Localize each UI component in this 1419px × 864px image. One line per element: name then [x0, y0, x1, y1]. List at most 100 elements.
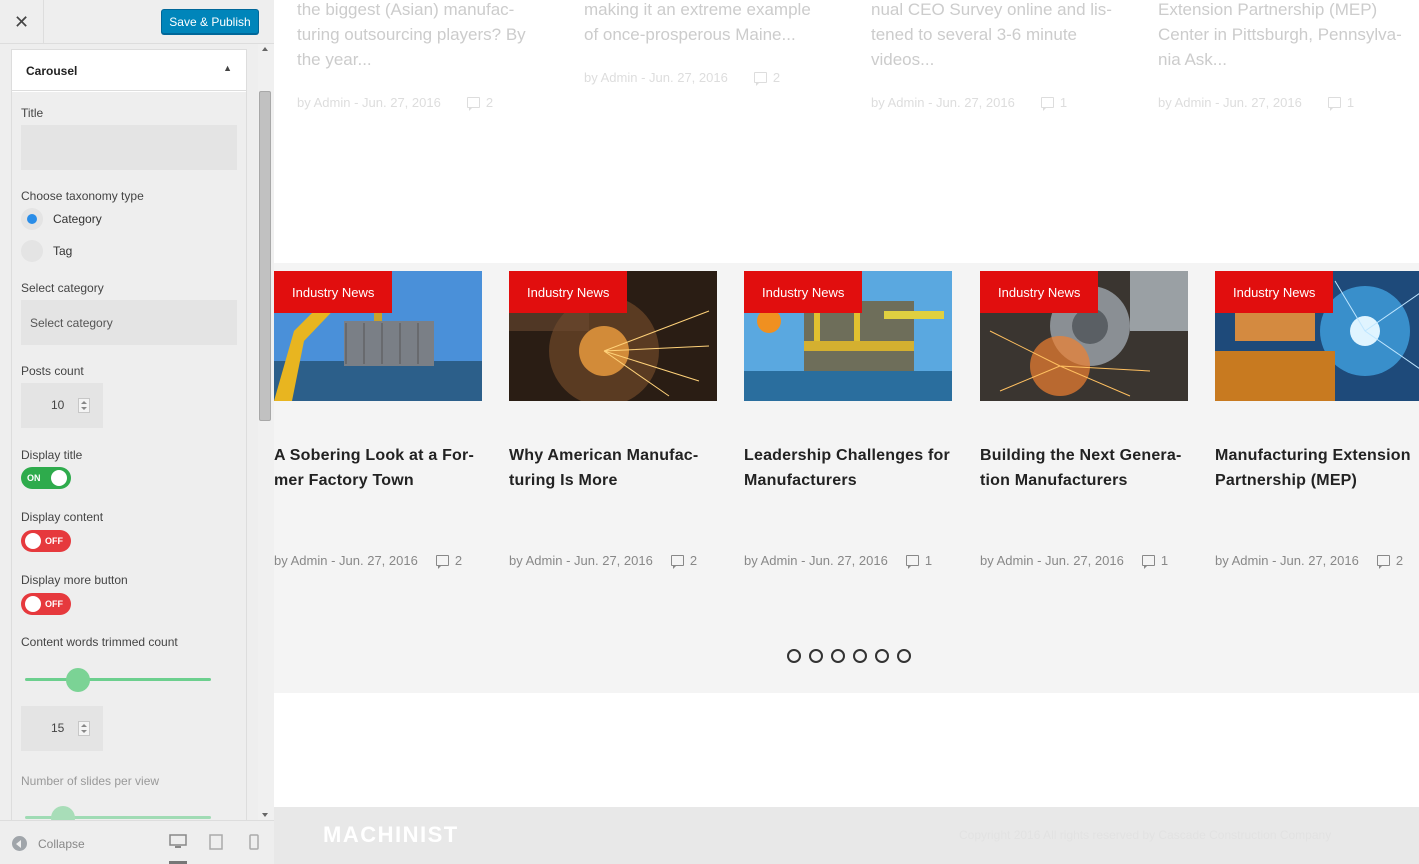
carousel-dot[interactable]: [809, 649, 823, 663]
posts-count-stepper[interactable]: 10: [21, 383, 103, 428]
caret-up-icon[interactable]: ▲: [223, 63, 232, 73]
scrollbar-thumb[interactable]: [259, 91, 271, 421]
display-title-toggle[interactable]: ON: [21, 467, 71, 489]
post-title[interactable]: Building the Next Genera- tion Manufactu…: [980, 443, 1190, 493]
post-title[interactable]: A Sobering Look at a For- mer Factory To…: [274, 443, 484, 493]
title-line: A Sobering Look at a For-: [274, 447, 474, 464]
excerpt-line: Center in Pittsburgh, Pennsylva-: [1158, 25, 1402, 44]
comment-icon: [670, 555, 684, 569]
comment-count: 1: [924, 553, 933, 568]
comment-icon: [753, 72, 767, 86]
carousel-card[interactable]: Industry News Leadership Challenges for …: [744, 271, 952, 569]
trim-count-label: Content words trimmed count: [21, 635, 178, 649]
post-meta: by Admin - Jun. 27, 2016 1: [871, 95, 1067, 111]
post-meta: by Admin - Jun. 27, 2016 1: [744, 553, 933, 569]
post-title[interactable]: Why American Manufac- turing Is More: [509, 443, 719, 493]
display-more-label: Display more button: [21, 573, 128, 587]
save-publish-button[interactable]: Save & Publish: [161, 9, 259, 34]
section-title: Carousel: [26, 64, 78, 78]
category-badge[interactable]: Industry News: [980, 271, 1099, 313]
slider-handle[interactable]: [51, 806, 75, 820]
category-badge[interactable]: Industry News: [744, 271, 863, 313]
display-content-toggle[interactable]: OFF: [21, 530, 71, 552]
post-byline: by Admin - Jun. 27, 2016: [297, 95, 441, 110]
carousel-dot[interactable]: [853, 649, 867, 663]
post-title[interactable]: Leadership Challenges for Manufacturers: [744, 443, 954, 493]
scroll-up-icon[interactable]: [262, 47, 268, 51]
title-line: Why American Manufac-: [509, 447, 699, 464]
close-icon[interactable]: ✕: [0, 0, 44, 44]
tablet-icon[interactable]: [208, 834, 226, 852]
radio-tag[interactable]: Tag: [21, 240, 72, 262]
post-thumbnail[interactable]: Industry News: [744, 271, 952, 401]
mobile-icon[interactable]: [248, 834, 266, 852]
post-meta: by Admin - Jun. 27, 2016 2: [584, 70, 780, 86]
comment-icon: [1141, 555, 1155, 569]
radio-category[interactable]: Category: [21, 208, 102, 230]
post-thumbnail[interactable]: Industry News: [274, 271, 482, 401]
comment-count: 2: [454, 553, 463, 568]
excerpt-line: the year...: [297, 50, 372, 69]
slider-handle[interactable]: [66, 668, 90, 692]
title-input[interactable]: [21, 125, 237, 170]
site-logo[interactable]: MACHINIST: [323, 822, 459, 848]
trim-count-slider[interactable]: [25, 668, 211, 692]
toggle-state: OFF: [45, 599, 63, 609]
radio-button[interactable]: [21, 240, 43, 262]
trim-count-stepper[interactable]: 15: [21, 706, 103, 751]
spin-arrows-icon[interactable]: [78, 398, 90, 413]
category-badge[interactable]: Industry News: [274, 271, 393, 313]
toggle-knob: [25, 596, 41, 612]
post-thumbnail[interactable]: Industry News: [1215, 271, 1419, 401]
display-more-toggle[interactable]: OFF: [21, 593, 71, 615]
post-meta: by Admin - Jun. 27, 2016 1: [980, 553, 1168, 569]
radio-button[interactable]: [21, 208, 43, 230]
post-meta: by Admin - Jun. 27, 2016 2: [1215, 553, 1404, 569]
spin-arrows-icon[interactable]: [78, 721, 90, 736]
desktop-icon[interactable]: [169, 834, 187, 864]
excerpt-line: videos...: [871, 50, 935, 69]
taxonomy-label: Choose taxonomy type: [21, 189, 144, 203]
carousel-pagination: [787, 649, 919, 663]
display-title-label: Display title: [21, 448, 83, 462]
carousel-card[interactable]: Industry News Manufacturing Extension Pa…: [1215, 271, 1419, 569]
controls-scroll-area[interactable]: Carousel ▲ Title Choose taxonomy type Ca…: [0, 44, 274, 820]
post-excerpt: Extension Partnership (MEP) Center in Pi…: [1158, 0, 1408, 72]
section-header[interactable]: Carousel ▲: [12, 50, 246, 91]
post-byline: by Admin - Jun. 27, 2016: [980, 553, 1124, 568]
collapse-button[interactable]: Collapse: [12, 836, 85, 851]
carousel-dot[interactable]: [787, 649, 801, 663]
comment-count: 2: [1395, 553, 1404, 568]
slides-per-view-label: Number of slides per view: [21, 774, 160, 788]
carousel-dot[interactable]: [831, 649, 845, 663]
post-excerpt: making it an extreme example of once-pro…: [584, 0, 834, 47]
carousel-card[interactable]: Industry News Why American Manufac- turi…: [509, 271, 717, 569]
sidebar-scrollbar[interactable]: [258, 44, 274, 820]
comment-count: 2: [689, 553, 698, 568]
collapse-label: Collapse: [38, 836, 85, 851]
excerpt-line: of once-prosperous Maine...: [584, 25, 796, 44]
post-meta: by Admin - Jun. 27, 2016 1: [1158, 95, 1354, 111]
faded-post[interactable]: the biggest (Asian) manufac- turing outs…: [297, 0, 547, 111]
title-line: tion Manufacturers: [980, 472, 1128, 489]
category-select[interactable]: Select category: [21, 300, 237, 345]
category-badge[interactable]: Industry News: [1215, 271, 1334, 313]
post-thumbnail[interactable]: Industry News: [509, 271, 717, 401]
post-byline: by Admin - Jun. 27, 2016: [584, 70, 728, 85]
category-badge[interactable]: Industry News: [509, 271, 628, 313]
carousel-dot[interactable]: [897, 649, 911, 663]
post-thumbnail[interactable]: Industry News: [980, 271, 1188, 401]
title-line: mer Factory Town: [274, 472, 414, 489]
faded-post[interactable]: Extension Partnership (MEP) Center in Pi…: [1158, 0, 1408, 111]
comment-icon: [435, 555, 449, 569]
carousel-card[interactable]: Industry News A Sobering Look at a For- …: [274, 271, 482, 569]
post-title[interactable]: Manufacturing Extension Partnership (MEP…: [1215, 443, 1419, 493]
slides-per-view-slider[interactable]: [25, 806, 211, 820]
scroll-down-icon[interactable]: [262, 813, 268, 817]
faded-post[interactable]: nual CEO Survey online and lis- tened to…: [871, 0, 1121, 111]
category-label: Select category: [21, 281, 104, 295]
faded-post[interactable]: making it an extreme example of once-pro…: [584, 0, 834, 86]
radio-label: Tag: [53, 244, 73, 258]
carousel-dot[interactable]: [875, 649, 889, 663]
carousel-card[interactable]: Industry News Building the Next Genera- …: [980, 271, 1188, 569]
